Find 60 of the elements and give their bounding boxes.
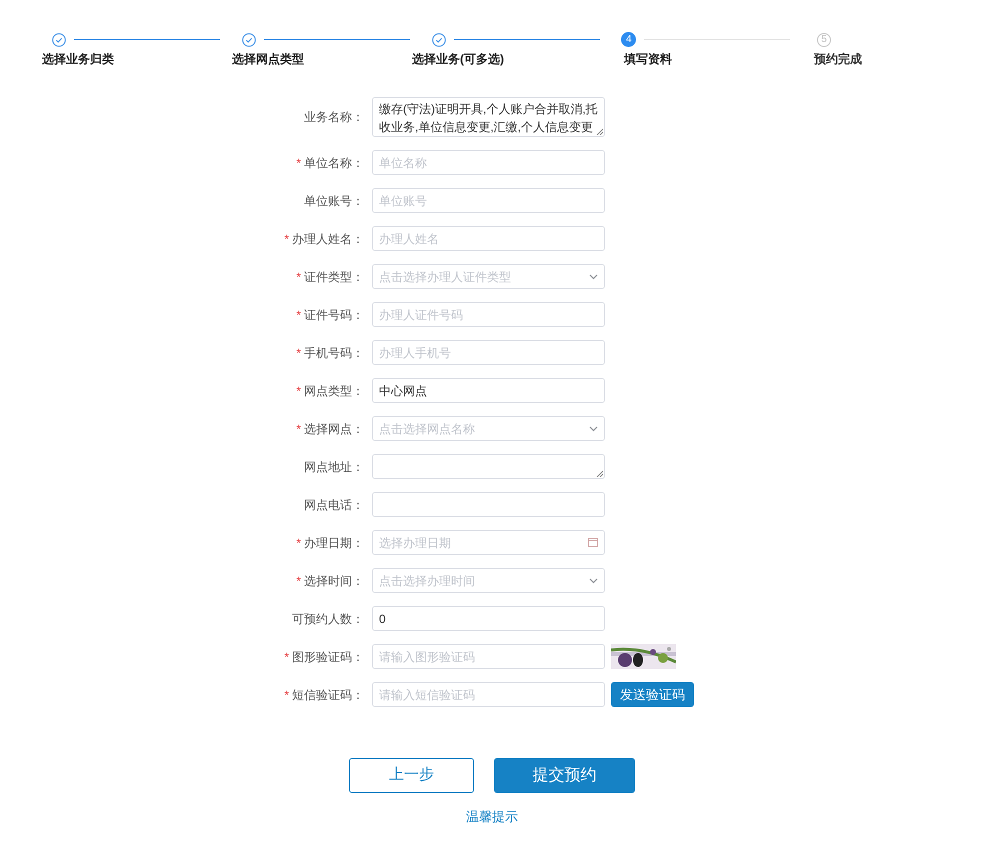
input-field[interactable]: 单位账号 [372, 188, 605, 213]
textarea-field[interactable]: 缴存(守法)证明开具,个人账户合并取消,托收业务,单位信息变更,汇缴,个人信息变更 [372, 97, 605, 137]
required-mark: * [284, 648, 289, 666]
select-field[interactable]: 点击选择网点名称 [372, 416, 605, 441]
step-number: 4 [621, 32, 636, 47]
tips-link[interactable]: 温馨提示 [466, 807, 518, 826]
input-field[interactable]: 中心网点 [372, 378, 605, 403]
required-mark: * [296, 306, 301, 324]
field-label: 可预约人数： [292, 610, 364, 628]
date-field[interactable]: 选择办理日期 [372, 530, 605, 555]
field-label: 单位名称： [304, 154, 364, 172]
resize-grip-icon [596, 470, 603, 477]
input-field[interactable]: 0 [372, 606, 605, 631]
input-field[interactable] [372, 492, 605, 517]
chevron-down-icon [589, 274, 598, 280]
input-field[interactable]: 办理人姓名 [372, 226, 605, 251]
field-label: 选择时间： [304, 572, 364, 590]
chevron-down-icon [589, 578, 598, 584]
resize-grip-icon [596, 128, 603, 135]
step-label: 预约完成 [812, 51, 863, 68]
field-label: 业务名称： [304, 109, 364, 126]
textarea-field[interactable] [372, 454, 605, 479]
field-label: 办理日期： [304, 534, 364, 552]
field-label: 单位账号： [304, 192, 364, 210]
input-field[interactable]: 请输入图形验证码 [372, 644, 605, 669]
send-code-button[interactable]: 发送验证码 [611, 682, 694, 707]
select-field[interactable]: 点击选择办理人证件类型 [372, 264, 605, 289]
required-mark: * [296, 344, 301, 362]
input-field[interactable]: 办理人证件号码 [372, 302, 605, 327]
required-mark: * [296, 572, 301, 590]
field-label: 网点类型： [304, 382, 364, 400]
required-mark: * [296, 420, 301, 438]
previous-button[interactable]: 上一步 [349, 758, 474, 793]
required-mark: * [284, 686, 289, 704]
required-mark: * [296, 268, 301, 286]
step-label: 选择网点类型 [231, 51, 305, 68]
required-mark: * [296, 382, 301, 400]
field-label: 选择网点： [304, 420, 364, 438]
field-label: 网点地址： [304, 458, 364, 476]
field-label: 办理人姓名： [292, 230, 364, 248]
input-field[interactable]: 单位名称 [372, 150, 605, 175]
submit-button[interactable]: 提交预约 [494, 758, 635, 793]
input-field[interactable]: 办理人手机号 [372, 340, 605, 365]
step-label: 填写资料 [622, 51, 673, 68]
calendar-icon [588, 538, 598, 547]
required-mark: * [296, 534, 301, 552]
required-mark: * [296, 154, 301, 172]
input-field[interactable]: 请输入短信验证码 [372, 682, 605, 707]
field-label: 网点电话： [304, 496, 364, 514]
field-label: 图形验证码： [292, 648, 364, 666]
field-label: 手机号码： [304, 344, 364, 362]
field-label: 证件类型： [304, 268, 364, 286]
select-field[interactable]: 点击选择办理时间 [372, 568, 605, 593]
required-mark: * [284, 230, 289, 248]
step-number: 5 [817, 32, 831, 46]
step-label: 选择业务(可多选) [411, 51, 505, 68]
step-label: 选择业务归类 [41, 51, 115, 68]
chevron-down-icon [589, 426, 598, 432]
field-label: 短信验证码： [292, 686, 364, 704]
field-label: 证件号码： [304, 306, 364, 324]
